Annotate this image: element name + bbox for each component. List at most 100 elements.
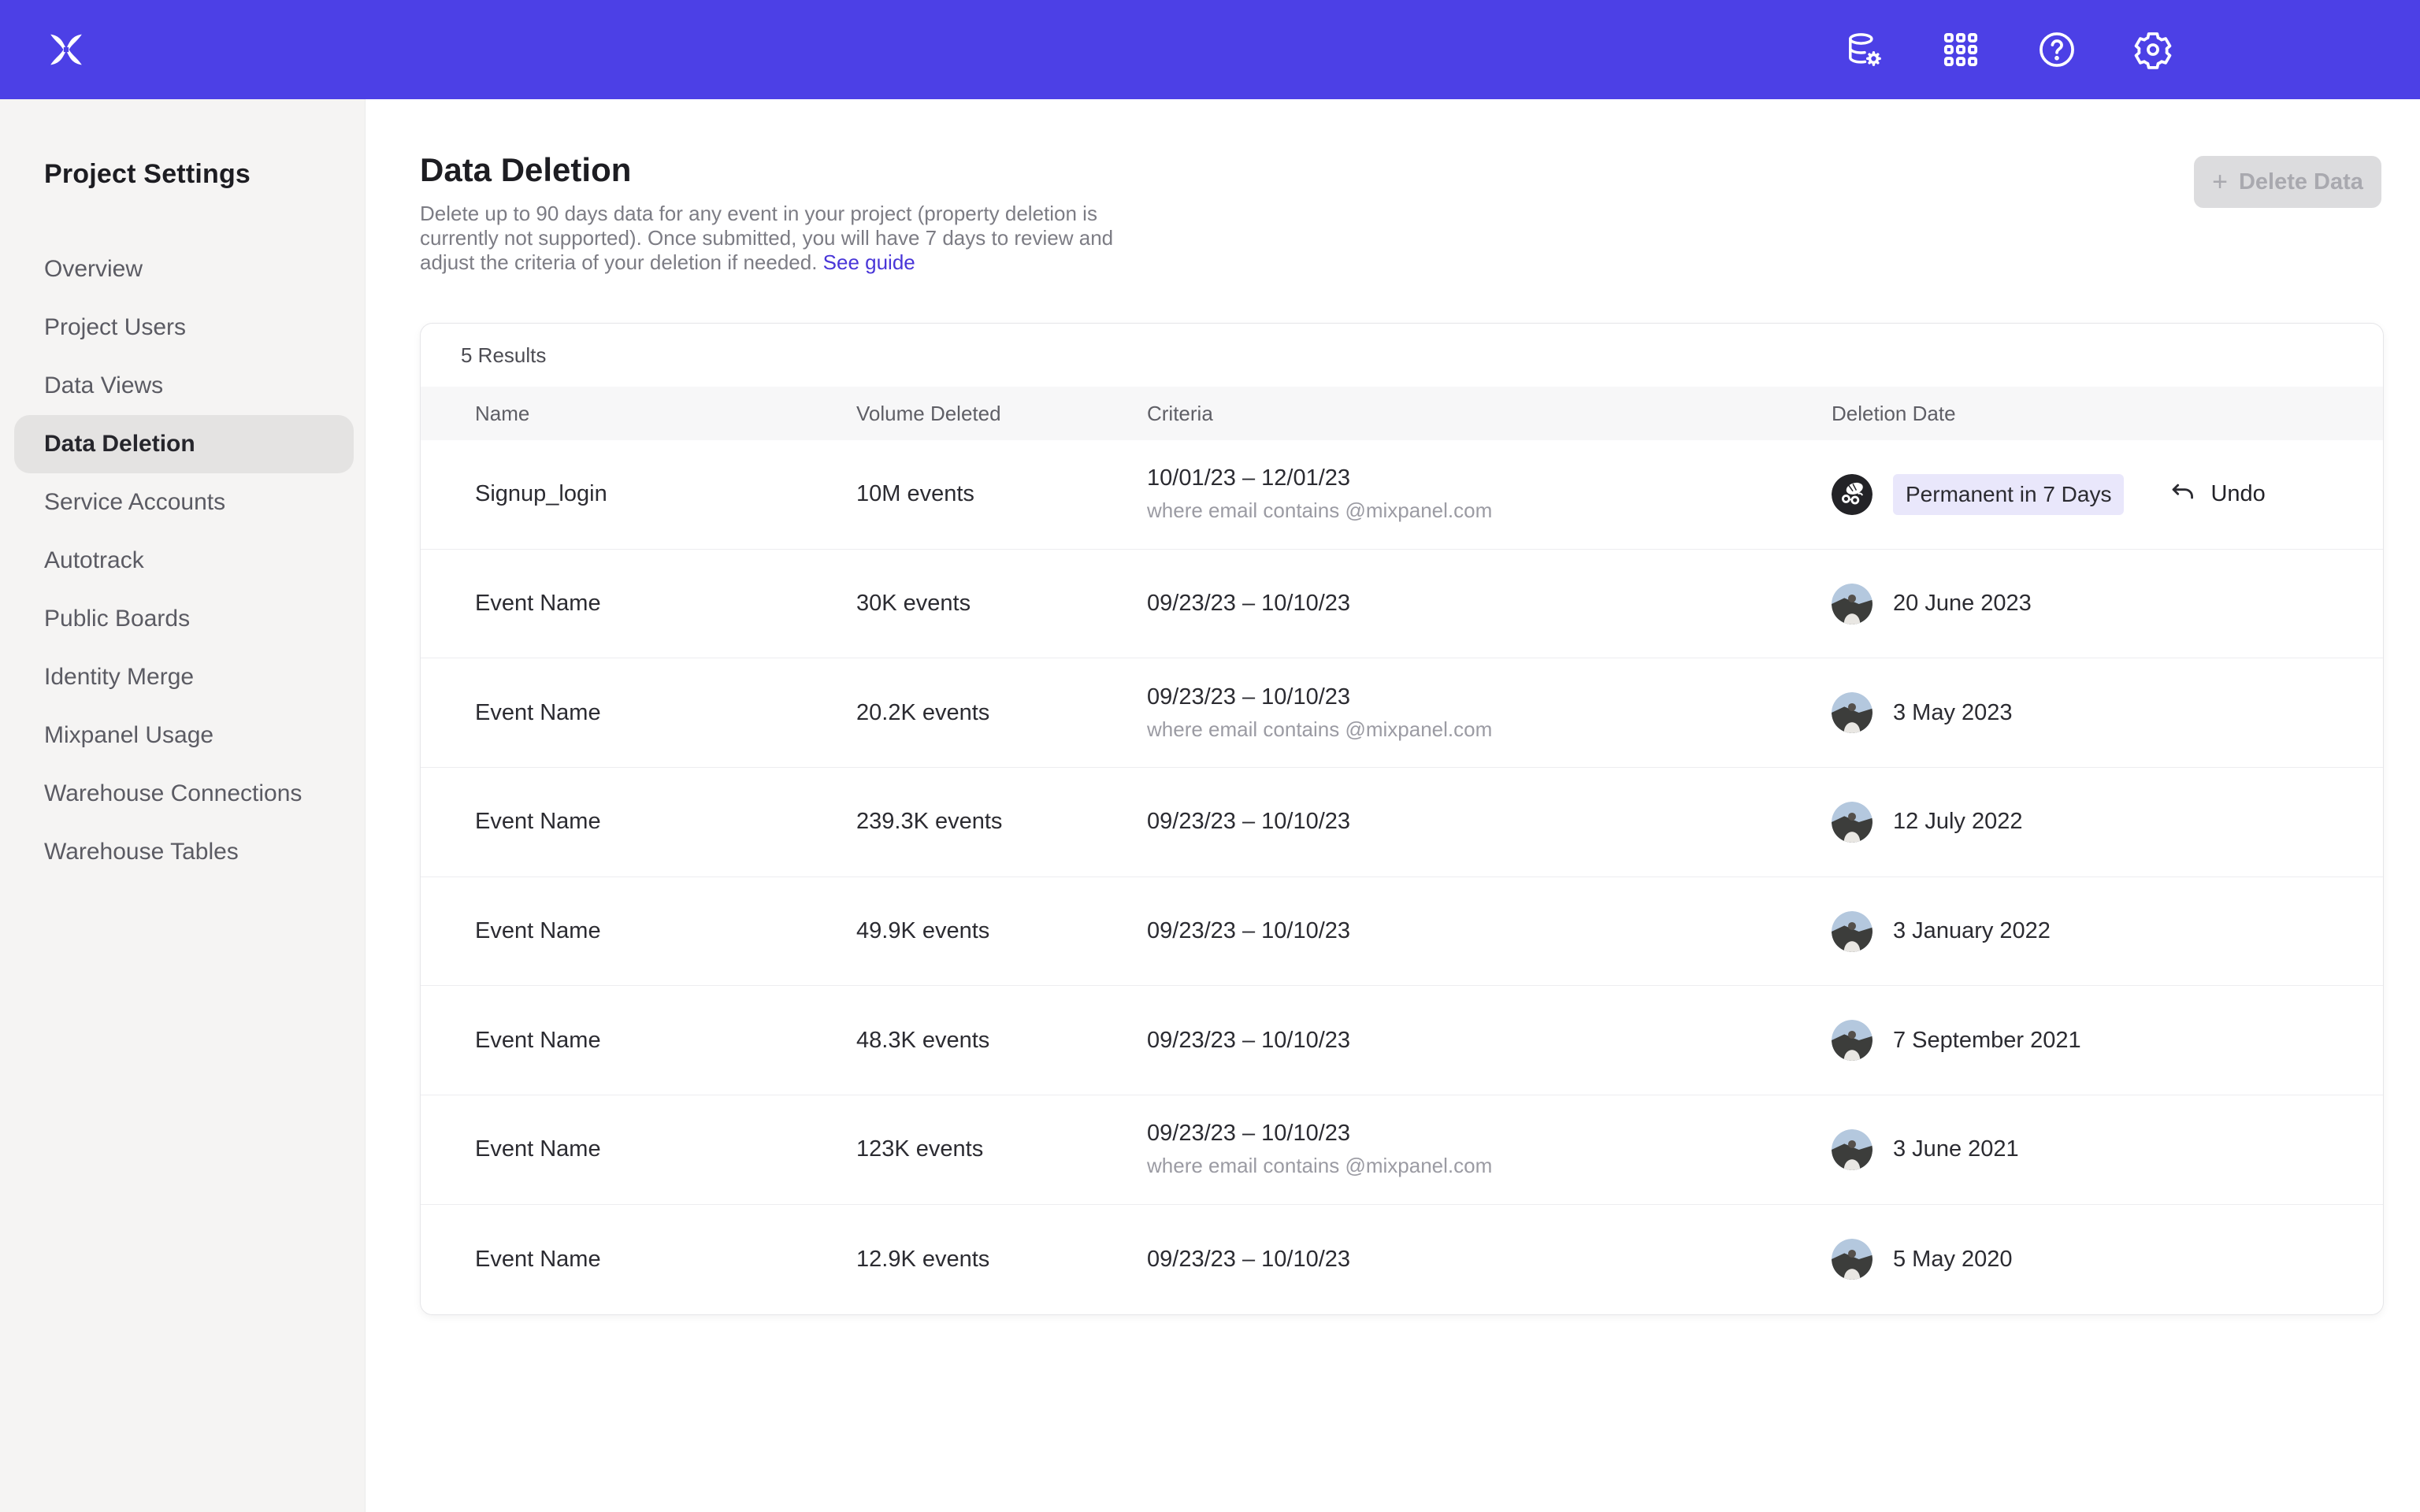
volume-deleted: 20.2K events <box>856 700 1147 726</box>
column-header-criteria: Criteria <box>1147 402 1832 426</box>
description-line-2: currently not supported). Once submitted… <box>420 226 1129 250</box>
event-name: Event Name <box>475 1028 856 1054</box>
table-row: Event Name 48.3K events 09/23/23 – 10/10… <box>421 986 2383 1095</box>
avatar <box>1832 474 1873 515</box>
top-navigation-bar <box>0 0 2420 99</box>
table-row: Signup_login 10M events 10/01/23 – 12/01… <box>421 440 2383 550</box>
undo-icon <box>2168 480 2198 510</box>
deletion-date-cell: 3 June 2021 <box>1832 1129 2383 1170</box>
volume-deleted: 239.3K events <box>856 809 1147 835</box>
sidebar-item-warehouse-tables[interactable]: Warehouse Tables <box>0 823 365 881</box>
apps-grid-icon[interactable] <box>1938 27 1984 72</box>
page-description: Delete up to 90 days data for any event … <box>420 202 1129 275</box>
column-header-volume-deleted: Volume Deleted <box>856 402 1147 426</box>
sidebar-item-project-users[interactable]: Project Users <box>0 298 365 357</box>
sidebar-item-overview[interactable]: Overview <box>0 240 365 298</box>
criteria-condition: where email contains @mixpanel.com <box>1147 717 1832 742</box>
event-name: Event Name <box>475 918 856 944</box>
volume-deleted: 49.9K events <box>856 918 1147 944</box>
volume-deleted: 10M events <box>856 481 1147 507</box>
criteria-cell: 09/23/23 – 10/10/23 <box>1147 1028 1832 1054</box>
criteria-cell: 09/23/23 – 10/10/23 <box>1147 1247 1832 1273</box>
volume-deleted: 123K events <box>856 1136 1147 1162</box>
event-name: Event Name <box>475 1247 856 1273</box>
column-header-name: Name <box>475 402 856 426</box>
table-row: Event Name 123K events 09/23/23 – 10/10/… <box>421 1095 2383 1205</box>
undo-button[interactable]: Undo <box>2168 480 2265 510</box>
table-row: Event Name 12.9K events 09/23/23 – 10/10… <box>421 1205 2383 1314</box>
topbar-icon-group <box>1842 0 2176 99</box>
criteria-cell: 09/23/23 – 10/10/23 where email contains… <box>1147 684 1832 742</box>
main-content: Data Deletion Delete up to 90 days data … <box>366 99 2420 1512</box>
event-name: Event Name <box>475 1136 856 1162</box>
avatar <box>1832 1129 1873 1170</box>
table-row: Event Name 20.2K events 09/23/23 – 10/10… <box>421 658 2383 768</box>
deletion-date-cell: 5 May 2020 <box>1832 1239 2383 1280</box>
settings-sidebar: Project Settings Overview Project Users … <box>0 99 366 1512</box>
sidebar-item-public-boards[interactable]: Public Boards <box>0 590 365 648</box>
sidebar-item-data-deletion[interactable]: Data Deletion <box>14 415 354 473</box>
sidebar-items: Overview Project Users Data Views Data D… <box>0 240 365 881</box>
table-row: Event Name 30K events 09/23/23 – 10/10/2… <box>421 550 2383 659</box>
settings-icon[interactable] <box>2130 27 2176 72</box>
avatar <box>1832 584 1873 624</box>
help-icon[interactable] <box>2034 27 2080 72</box>
data-integrations-icon[interactable] <box>1842 27 1887 72</box>
avatar <box>1832 1020 1873 1061</box>
deletion-date: 12 July 2022 <box>1893 809 2022 835</box>
description-line-1: Delete up to 90 days data for any event … <box>420 202 1129 226</box>
mixpanel-logo-icon <box>45 28 87 71</box>
sidebar-item-identity-merge[interactable]: Identity Merge <box>0 648 365 706</box>
criteria-condition: where email contains @mixpanel.com <box>1147 1154 1832 1178</box>
volume-deleted: 30K events <box>856 591 1147 617</box>
criteria-condition: where email contains @mixpanel.com <box>1147 498 1832 523</box>
results-count: 5 Results <box>421 324 2383 387</box>
deletion-date: 5 May 2020 <box>1893 1247 2013 1273</box>
avatar <box>1832 692 1873 733</box>
criteria-cell: 09/23/23 – 10/10/23 where email contains… <box>1147 1121 1832 1178</box>
see-guide-link[interactable]: See guide <box>823 250 915 274</box>
event-name: Event Name <box>475 591 856 617</box>
table-row: Event Name 49.9K events 09/23/23 – 10/10… <box>421 877 2383 987</box>
mixpanel-logo[interactable] <box>44 28 88 72</box>
avatar <box>1832 802 1873 843</box>
deletion-requests-card: 5 Results Name Volume Deleted Criteria D… <box>420 323 2384 1315</box>
criteria-range: 09/23/23 – 10/10/23 <box>1147 1121 1832 1147</box>
undo-label: Undo <box>2210 481 2265 507</box>
event-name: Signup_login <box>475 481 856 507</box>
criteria-range: 09/23/23 – 10/10/23 <box>1147 591 1832 617</box>
status-badge: Permanent in 7 Days <box>1893 474 2124 515</box>
delete-data-button[interactable]: + Delete Data <box>2194 156 2381 208</box>
deletion-date-cell: Permanent in 7 Days Undo <box>1832 474 2383 515</box>
criteria-range: 09/23/23 – 10/10/23 <box>1147 1028 1832 1054</box>
deletion-date: 3 January 2022 <box>1893 918 2051 944</box>
deletion-date-cell: 3 May 2023 <box>1832 692 2383 733</box>
deletion-date: 7 September 2021 <box>1893 1028 2081 1054</box>
criteria-range: 09/23/23 – 10/10/23 <box>1147 1247 1832 1273</box>
sidebar-item-data-views[interactable]: Data Views <box>0 357 365 415</box>
sidebar-item-mixpanel-usage[interactable]: Mixpanel Usage <box>0 706 365 765</box>
criteria-range: 09/23/23 – 10/10/23 <box>1147 918 1832 944</box>
criteria-cell: 09/23/23 – 10/10/23 <box>1147 809 1832 835</box>
sidebar-title: Project Settings <box>44 159 365 190</box>
deletion-date: 3 May 2023 <box>1893 700 2013 726</box>
criteria-cell: 09/23/23 – 10/10/23 <box>1147 591 1832 617</box>
table-row: Event Name 239.3K events 09/23/23 – 10/1… <box>421 768 2383 877</box>
volume-deleted: 12.9K events <box>856 1247 1147 1273</box>
deletion-date-cell: 7 September 2021 <box>1832 1020 2383 1061</box>
sidebar-item-autotrack[interactable]: Autotrack <box>0 532 365 590</box>
deletion-date-cell: 12 July 2022 <box>1832 802 2383 843</box>
sidebar-item-warehouse-connections[interactable]: Warehouse Connections <box>0 765 365 823</box>
sidebar-item-service-accounts[interactable]: Service Accounts <box>0 473 365 532</box>
volume-deleted: 48.3K events <box>856 1028 1147 1054</box>
deletion-date: 20 June 2023 <box>1893 591 2032 617</box>
criteria-cell: 10/01/23 – 12/01/23 where email contains… <box>1147 465 1832 523</box>
criteria-range: 10/01/23 – 12/01/23 <box>1147 465 1832 491</box>
delete-data-button-label: Delete Data <box>2239 169 2363 195</box>
criteria-range: 09/23/23 – 10/10/23 <box>1147 809 1832 835</box>
criteria-cell: 09/23/23 – 10/10/23 <box>1147 918 1832 944</box>
criteria-range: 09/23/23 – 10/10/23 <box>1147 684 1832 710</box>
table-header-row: Name Volume Deleted Criteria Deletion Da… <box>421 387 2383 440</box>
plus-icon: + <box>2212 169 2228 195</box>
event-name: Event Name <box>475 700 856 726</box>
